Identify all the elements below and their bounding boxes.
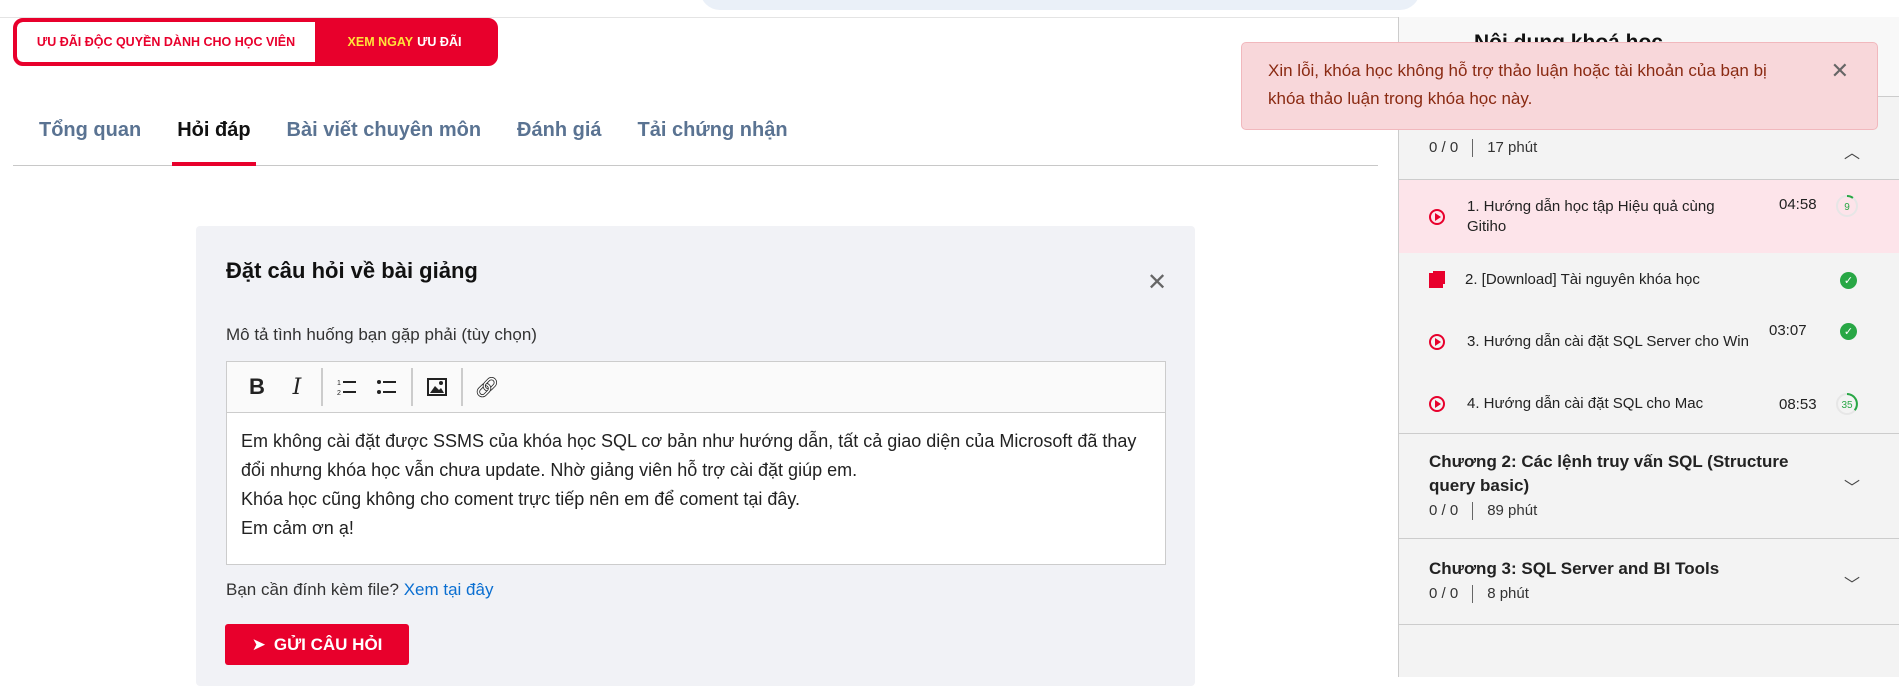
lesson-title: 1. Hướng dẫn học tập Hiệu quả cùng Gitih… [1467, 197, 1715, 235]
check-icon: ✓ [1840, 323, 1857, 340]
chevron-up-icon[interactable]: ︿ [1844, 139, 1860, 163]
italic-button[interactable]: I [277, 370, 317, 404]
chapter-3[interactable]: Chương 3: SQL Server and BI Tools 0 / 08… [1399, 539, 1899, 625]
submit-label: GỬI CÂU HỎI [273, 634, 383, 654]
bullet-list-icon[interactable] [367, 370, 407, 404]
top-search-bar[interactable] [700, 0, 1420, 10]
promo-banner[interactable]: ƯU ĐÃI ĐỘC QUYỀN DÀNH CHO HỌC VIÊN XEM N… [13, 18, 498, 66]
image-icon[interactable] [417, 370, 457, 404]
play-icon [1429, 334, 1445, 350]
file-icon [1429, 272, 1443, 288]
submit-question-button[interactable]: ➤ GỬI CÂU HỎI [225, 624, 409, 665]
promo-cta[interactable]: XEM NGAY ƯU ĐÃI [315, 22, 494, 62]
toolbar-divider [411, 368, 413, 406]
attach-link[interactable]: Xem tại đây [404, 580, 494, 599]
svg-text:2: 2 [337, 390, 341, 396]
toolbar-divider [321, 368, 323, 406]
tab-reviews[interactable]: Đánh giá [517, 112, 601, 165]
toolbar-divider [461, 368, 463, 406]
editor-toolbar: B I 12 🔗︎ [227, 362, 1165, 413]
content-line: Em cảm ơn ạ! [241, 518, 354, 538]
tab-articles[interactable]: Bài viết chuyên môn [287, 112, 482, 165]
link-icon[interactable]: 🔗︎ [467, 370, 507, 404]
close-icon[interactable]: ✕ [1147, 268, 1167, 297]
lesson-time: 03:07 [1769, 322, 1807, 339]
promo-label: ƯU ĐÃI ĐỘC QUYỀN DÀNH CHO HỌC VIÊN [17, 22, 315, 62]
svg-text:1: 1 [337, 380, 341, 387]
chevron-down-icon[interactable]: ﹀ [1844, 474, 1860, 498]
progress-ring-icon: 9 [1835, 194, 1859, 222]
svg-text:9: 9 [1844, 202, 1850, 213]
chapter-meta: 0 / 0 17 phút [1429, 139, 1538, 158]
attach-text: Bạn cần đính kèm file? [226, 580, 399, 599]
ordered-list-icon[interactable]: 12 [327, 370, 367, 404]
tab-qa[interactable]: Hỏi đáp [172, 112, 256, 166]
form-title: Đặt câu hỏi về bài giảng [226, 258, 478, 283]
lesson-item[interactable]: 1. Hướng dẫn học tập Hiệu quả cùng Gitih… [1399, 180, 1899, 253]
error-toast: Xin lỗi, khóa học không hỗ trợ thảo luận… [1241, 42, 1878, 130]
course-tabs: Tổng quan Hỏi đáp Bài viết chuyên môn Đá… [13, 112, 1378, 166]
chapter-meta: 0 / 0 89 phút [1429, 502, 1538, 521]
content-line: Khóa học cũng không cho coment trực tiếp… [241, 489, 801, 509]
rich-text-editor[interactable]: B I 12 🔗︎ Em không cài đặt được SSMS của… [226, 361, 1166, 565]
play-icon [1429, 396, 1445, 412]
lesson-time: 04:58 [1779, 196, 1817, 213]
send-icon: ➤ [251, 634, 266, 654]
chapter-2[interactable]: Chương 2: Các lệnh truy vấn SQL (Structu… [1399, 433, 1899, 539]
tab-overview[interactable]: Tổng quan [39, 112, 141, 165]
lesson-item[interactable]: 4. Hướng dẫn cài đặt SQL cho Mac 08:53 3… [1399, 389, 1899, 419]
progress-ring-icon: 35 [1835, 392, 1859, 420]
svg-text:35: 35 [1841, 400, 1853, 411]
promo-cta-highlight: XEM NGAY [347, 35, 414, 49]
promo-cta-rest: ƯU ĐÃI [417, 35, 462, 49]
toast-message: Xin lỗi, khóa học không hỗ trợ thảo luận… [1268, 61, 1767, 108]
lesson-item[interactable]: 3. Hướng dẫn cài đặt SQL Server cho Win … [1399, 317, 1899, 367]
close-icon[interactable]: ✕ [1831, 57, 1849, 85]
play-icon [1429, 208, 1445, 225]
chevron-down-icon[interactable]: ﹀ [1844, 571, 1860, 595]
bold-button[interactable]: B [237, 370, 277, 404]
chapter-title: Chương 3: SQL Server and BI Tools [1429, 559, 1720, 578]
attach-hint: Bạn cần đính kèm file? Xem tại đây [226, 580, 493, 600]
lesson-item[interactable]: 2. [Download] Tài nguyên khóa học ✓ [1399, 265, 1899, 295]
chapter-meta: 0 / 08 phút [1429, 585, 1529, 604]
lesson-title: 2. [Download] Tài nguyên khóa học [1465, 271, 1700, 288]
description-label: Mô tả tình huống bạn gặp phải (tùy chọn) [226, 325, 537, 344]
lesson-title: 3. Hướng dẫn cài đặt SQL Server cho Win [1467, 333, 1749, 350]
editor-content[interactable]: Em không cài đặt được SSMS của khóa học … [227, 413, 1165, 557]
lesson-time: 08:53 [1779, 395, 1817, 413]
chapter-title: Chương 2: Các lệnh truy vấn SQL (Structu… [1429, 452, 1789, 495]
content-line: Em không cài đặt được SSMS của khóa học … [241, 431, 1137, 480]
lesson-title: 4. Hướng dẫn cài đặt SQL cho Mac [1467, 395, 1704, 412]
tab-certificate[interactable]: Tải chứng nhận [638, 112, 788, 165]
check-icon: ✓ [1840, 271, 1857, 289]
